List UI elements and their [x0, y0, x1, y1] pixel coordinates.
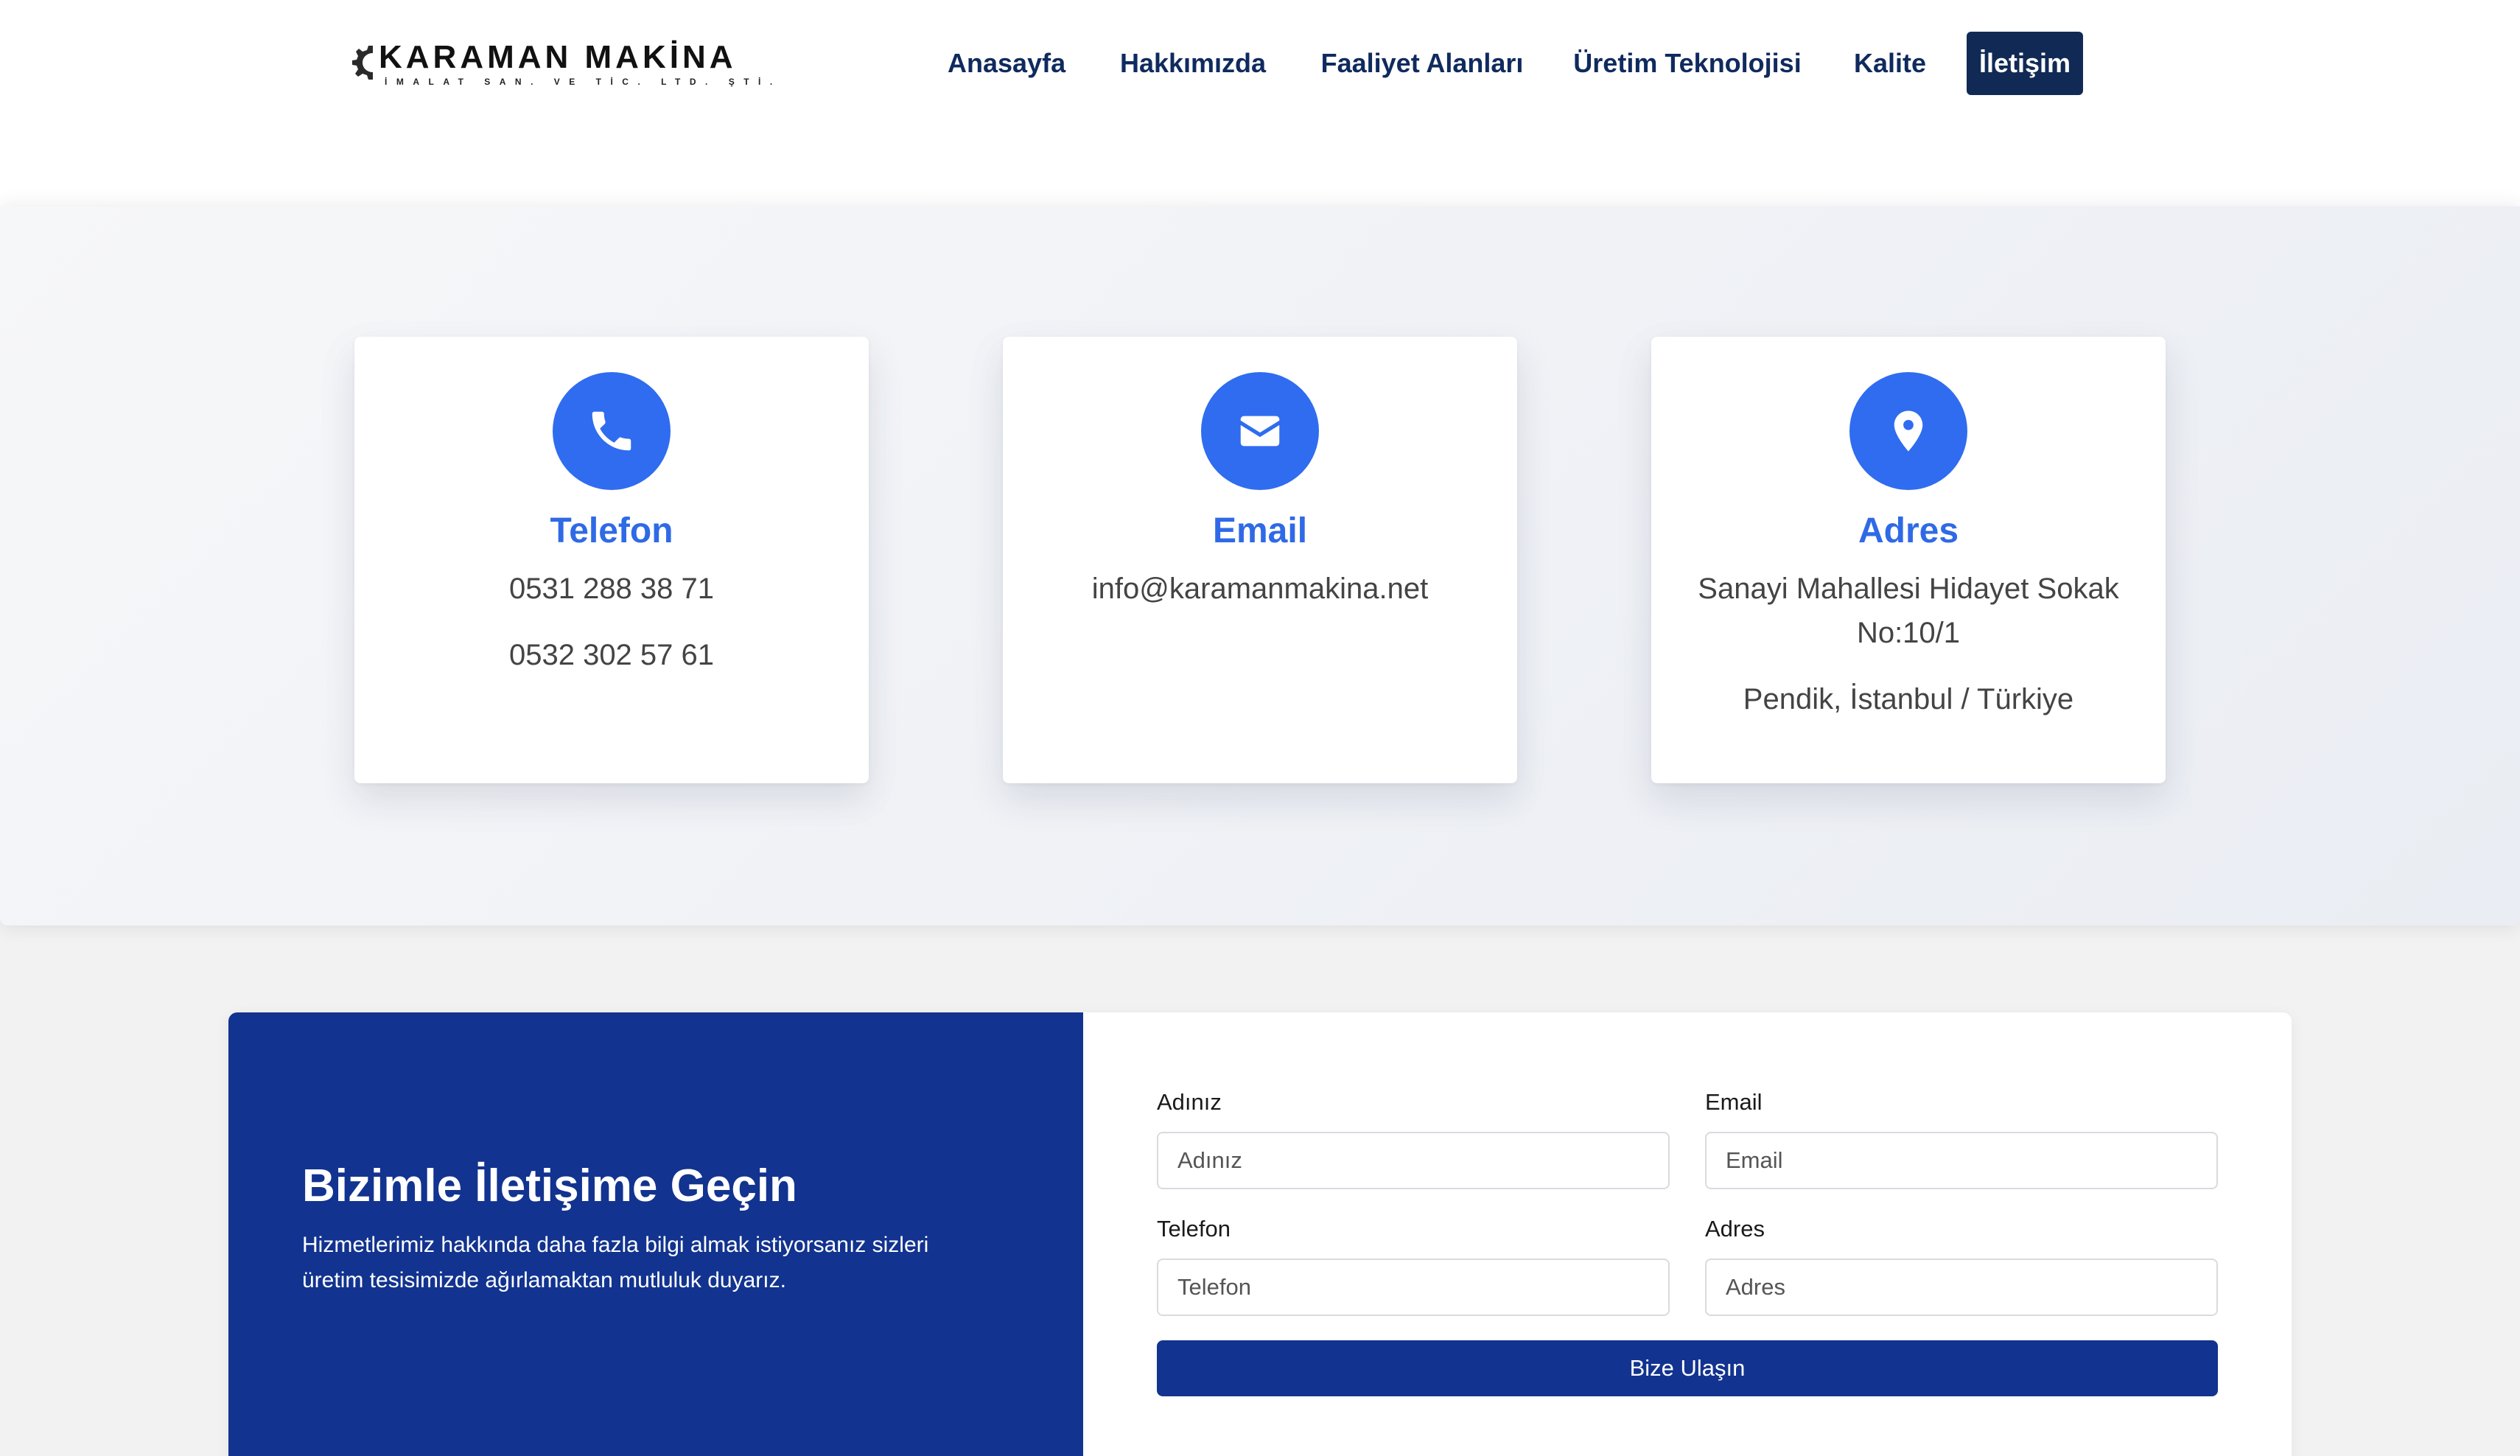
phone-number[interactable]: 0532 302 57 61 — [384, 633, 839, 677]
address-line: Pendik, İstanbul / Türkiye — [1743, 683, 2074, 715]
phone-card: Telefon 0531 288 38 71 0532 302 57 61 — [354, 337, 869, 783]
contact-form-section: Bizimle İletişime Geçin Hizmetlerimiz ha… — [228, 1012, 2292, 1456]
email-label: Email — [1705, 1089, 1763, 1115]
card-title: Email — [1212, 511, 1308, 550]
address-line: Sanayi Mahallesi Hidayet Sokak No:10/1 — [1698, 573, 2119, 649]
card-body: 0531 288 38 71 0532 302 57 61 — [384, 567, 839, 677]
card-body: info@karamanmakina.net — [1032, 567, 1488, 611]
location-pin-icon — [1849, 372, 1967, 490]
name-input[interactable] — [1157, 1132, 1670, 1189]
nav-anasayfa[interactable]: Anasayfa — [948, 32, 1065, 95]
card-title: Adres — [1858, 511, 1959, 550]
phone-input[interactable] — [1157, 1259, 1670, 1316]
submit-button[interactable]: Bize Ulaşın — [1157, 1340, 2218, 1396]
card-title: Telefon — [550, 511, 673, 550]
email-input[interactable] — [1705, 1132, 2218, 1189]
phone-label: Telefon — [1157, 1216, 1231, 1242]
page: KARAMAN MAKİNA İMALAT SAN. VE TİC. LTD. … — [0, 0, 2520, 1456]
address-label: Adres — [1705, 1216, 1765, 1242]
card-body: Sanayi Mahallesi Hidayet Sokak No:10/1 P… — [1681, 567, 2136, 721]
phone-number[interactable]: 0531 288 38 71 — [384, 567, 839, 611]
email-address[interactable]: info@karamanmakina.net — [1032, 567, 1488, 611]
form-heading: Bizimle İletişime Geçin — [302, 1161, 797, 1211]
nav-hakkimizda[interactable]: Hakkımızda — [1116, 32, 1270, 95]
nav-uretim-teknolojisi[interactable]: Üretim Teknolojisi — [1572, 32, 1802, 95]
nav-kalite[interactable]: Kalite — [1849, 32, 1931, 95]
email-card: Email info@karamanmakina.net — [1003, 337, 1517, 783]
address-card: Adres Sanayi Mahallesi Hidayet Sokak No:… — [1651, 337, 2166, 783]
form-intro-panel: Bizimle İletişime Geçin Hizmetlerimiz ha… — [228, 1012, 1083, 1456]
email-icon — [1201, 372, 1319, 490]
site-header: KARAMAN MAKİNA İMALAT SAN. VE TİC. LTD. … — [0, 0, 2520, 206]
main-nav: Anasayfa Hakkımızda Faaliyet Alanları Ür… — [0, 32, 2520, 95]
address-input[interactable] — [1705, 1259, 2218, 1316]
nav-faaliyet-alanlari[interactable]: Faaliyet Alanları — [1319, 32, 1525, 95]
name-label: Adınız — [1157, 1089, 1222, 1115]
form-description: Hizmetlerimiz hakkında daha fazla bilgi … — [302, 1233, 929, 1292]
nav-iletisim[interactable]: İletişim — [1967, 32, 2083, 95]
phone-icon — [553, 372, 671, 490]
